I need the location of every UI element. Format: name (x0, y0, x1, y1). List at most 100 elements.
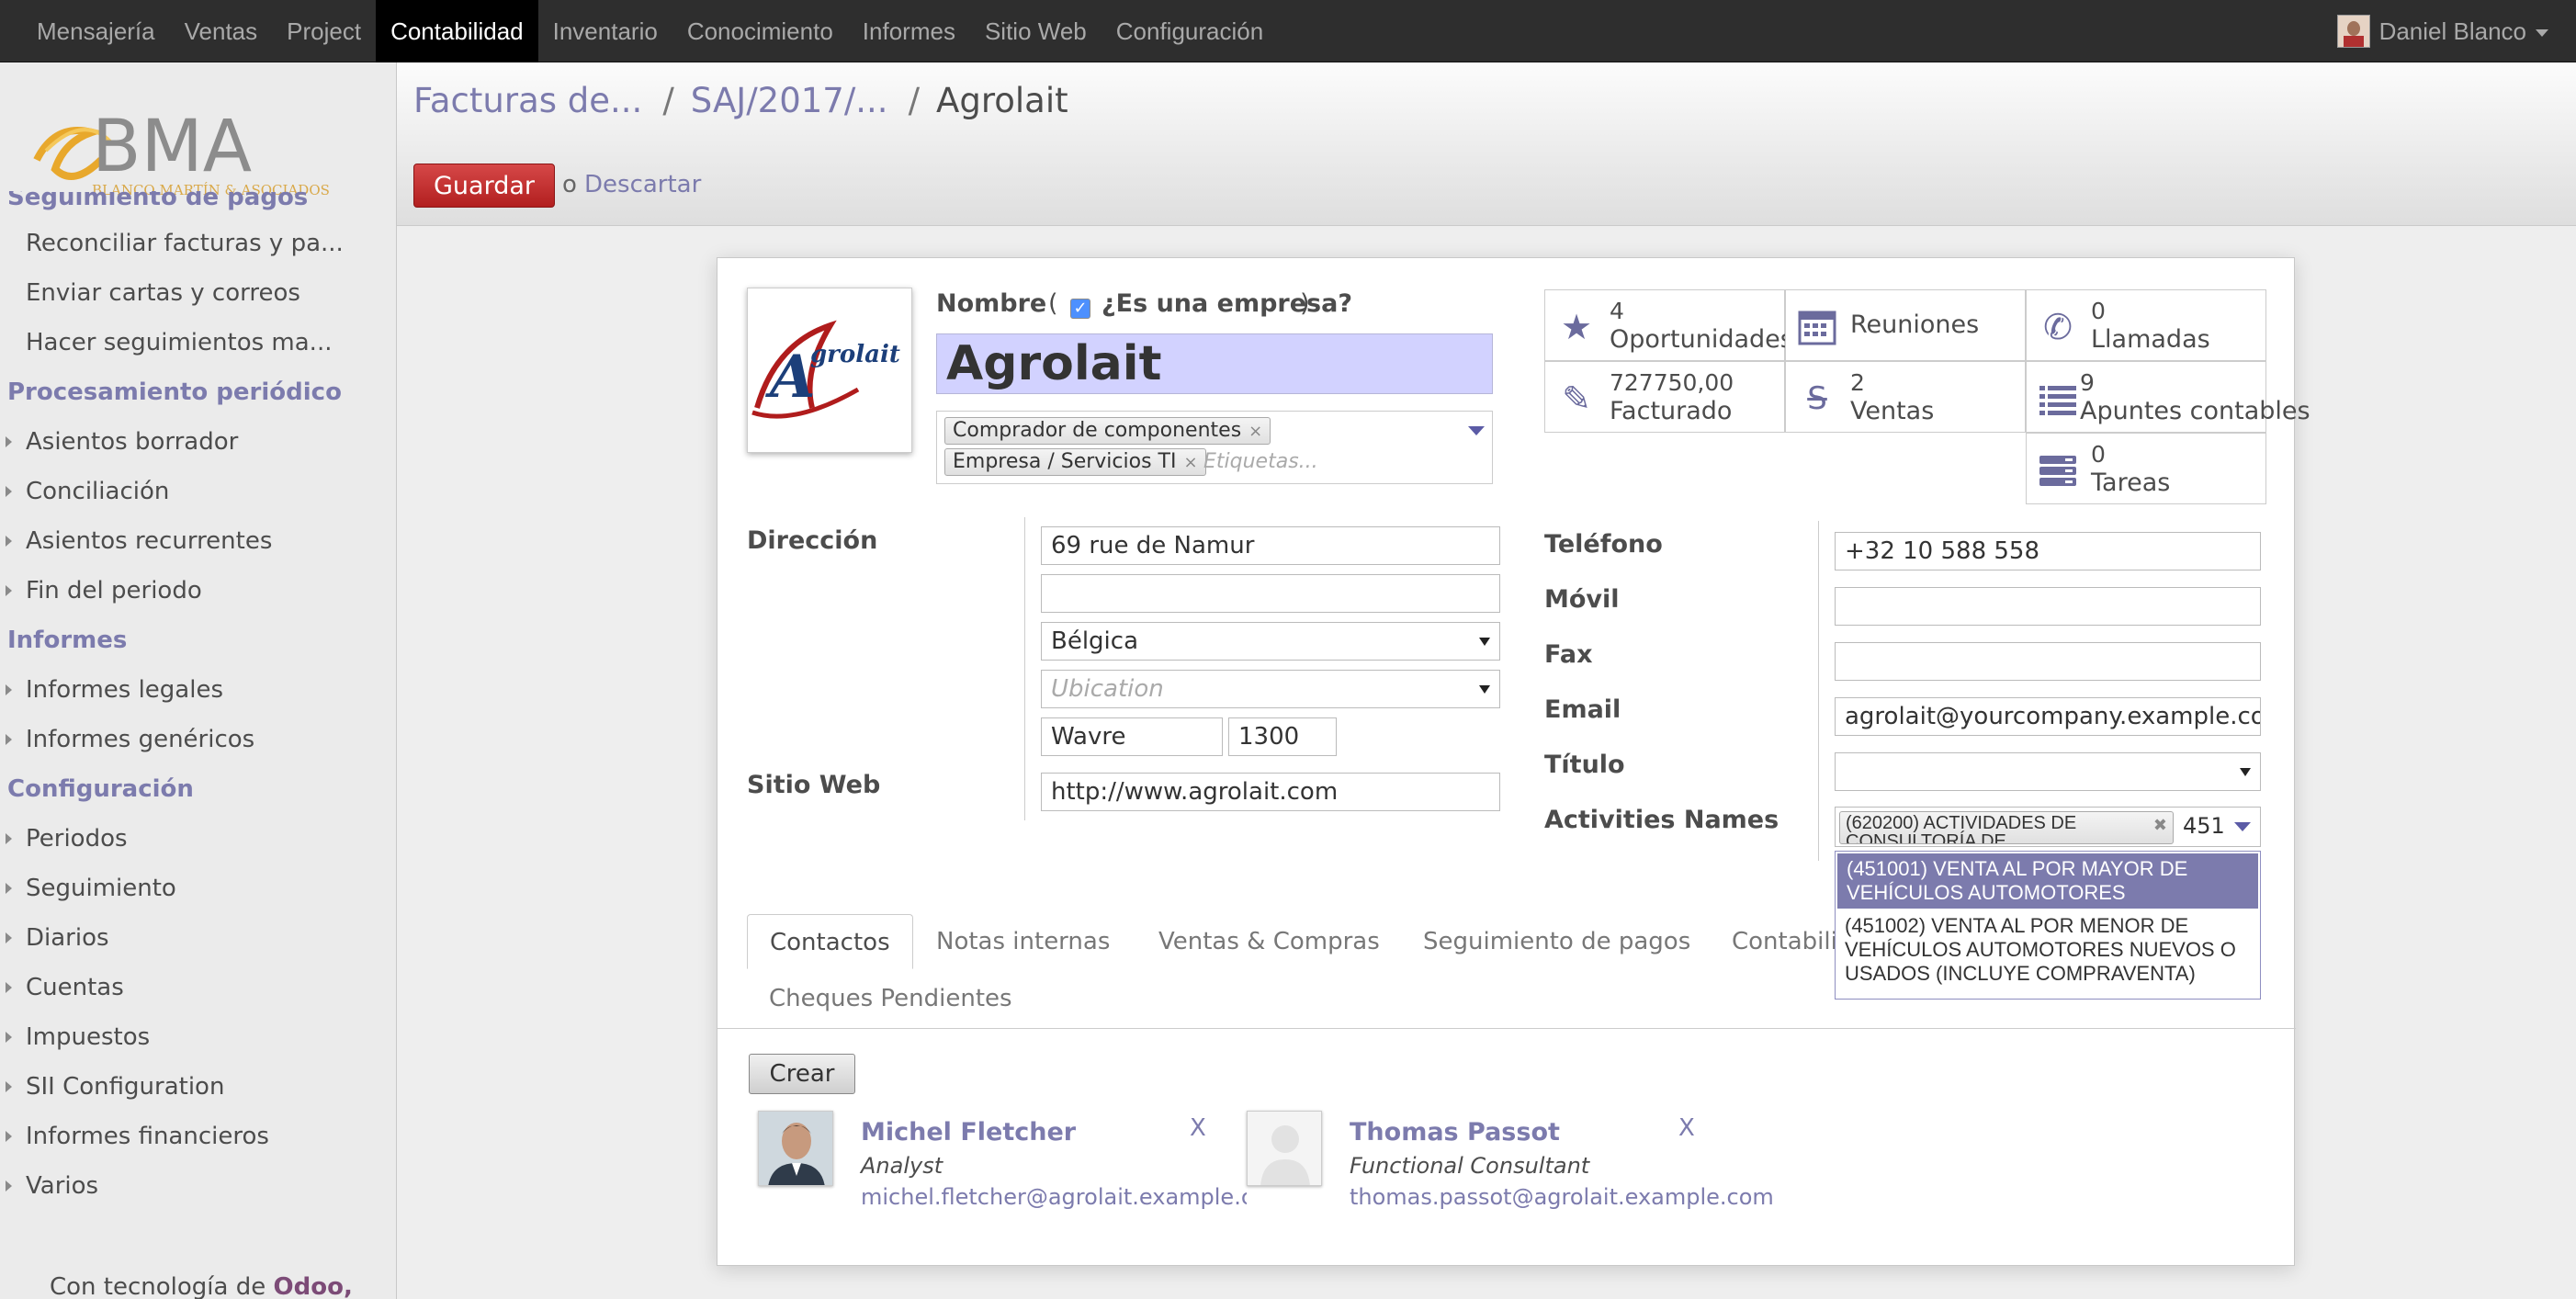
location-select[interactable]: Ubication (1041, 670, 1500, 708)
address-label: Dirección (747, 526, 878, 555)
sidebar-item-varios[interactable]: Varios (0, 1161, 396, 1211)
sidebar-item-fin-periodo[interactable]: Fin del periodo (0, 566, 396, 616)
breadcrumb-invoice[interactable]: SAJ/2017/... (691, 81, 888, 120)
contact-card[interactable]: Thomas Passot Functional Consultant thom… (1247, 1111, 1774, 1239)
stat-llamadas[interactable]: ✆ 0 Llamadas (2026, 289, 2266, 361)
fax-input[interactable] (1835, 642, 2261, 681)
is-company-checkbox[interactable]: ✓ (1070, 299, 1090, 319)
discard-link[interactable]: Descartar (584, 171, 701, 198)
tab-ventas-compras[interactable]: Ventas & Compras (1136, 914, 1402, 969)
remove-tag-icon[interactable]: × (1183, 453, 1197, 472)
activities-field[interactable]: (620200) ACTIVIDADES DE CONSULTORÍA DE ✖… (1835, 807, 2261, 847)
street-input[interactable]: 69 rue de Namur (1041, 526, 1500, 565)
activities-label: Activities Names (1544, 806, 1779, 834)
sidebar-item-impuestos[interactable]: Impuestos (0, 1012, 396, 1062)
sidebar: BMA BLANCO MARTÍN & ASOCIADOS Seguimient… (0, 62, 397, 1299)
contact-card[interactable]: Michel Fletcher Analyst michel.fletcher@… (758, 1111, 1247, 1239)
divider (1024, 517, 1025, 820)
name-input[interactable]: Agrolait (936, 333, 1493, 394)
contact-function: Functional Consultant (1350, 1153, 1590, 1179)
autocomplete-option[interactable]: (451002) VENTA AL POR MENOR DE VEHÍCULOS… (1836, 910, 2260, 989)
sidebar-item-asientos-recurrentes[interactable]: Asientos recurrentes (0, 516, 396, 566)
city-input[interactable]: Wavre (1041, 717, 1223, 756)
breadcrumb-facturas[interactable]: Facturas de... (413, 81, 642, 120)
sidebar-item-conciliacion[interactable]: Conciliación (0, 467, 396, 516)
sidebar-item-informes-legales[interactable]: Informes legales (0, 665, 396, 715)
stat-apuntes-contables[interactable]: 9 Apuntes contables (2026, 361, 2310, 433)
contact-email[interactable]: thomas.passot@agrolait.example.com (1350, 1184, 1774, 1210)
email-input[interactable]: agrolait@yourcompany.example.co (1835, 697, 2261, 736)
tag-item: Empresa / Servicios TI × (944, 448, 1206, 476)
contact-email[interactable]: michel.fletcher@agrolait.example.coi (861, 1184, 1247, 1210)
top-navbar: Mensajería Ventas Project Contabilidad I… (0, 0, 2576, 62)
menu-mensajeria[interactable]: Mensajería (22, 0, 170, 62)
menu-ventas[interactable]: Ventas (170, 0, 273, 62)
tags-field[interactable]: Comprador de componentes × Empresa / Serv… (936, 411, 1493, 484)
activities-search-input[interactable]: 451 (2183, 813, 2225, 839)
stat-label: Reuniones (1850, 311, 1980, 339)
tab-cheques-pendientes[interactable]: Cheques Pendientes (747, 971, 1034, 1026)
partner-image[interactable]: A grolait (747, 288, 912, 453)
street2-input[interactable] (1041, 574, 1500, 613)
tabs-divider (717, 1028, 2296, 1029)
menu-informes[interactable]: Informes (848, 0, 970, 62)
sidebar-item-sii-configuration[interactable]: SII Configuration (0, 1062, 396, 1112)
section-procesamiento: Procesamiento periódico (7, 378, 342, 406)
contact-avatar (1247, 1111, 1322, 1186)
menu-configuracion[interactable]: Configuración (1102, 0, 1278, 62)
sidebar-item-seguimientos[interactable]: Hacer seguimientos ma... (0, 318, 396, 367)
is-company-label: ¿Es una empresa? (1102, 289, 1352, 318)
sidebar-item-seguimiento[interactable]: Seguimiento (0, 864, 396, 913)
tab-contactos[interactable]: Contactos (747, 914, 913, 969)
remove-contact-button[interactable]: X (1678, 1114, 1695, 1142)
remove-tag-icon[interactable]: × (1248, 422, 1262, 441)
sidebar-item-reconciliar[interactable]: Reconciliar facturas y pa... (0, 219, 396, 268)
menu-sitio-web[interactable]: Sitio Web (970, 0, 1102, 62)
name-label: Nombre (936, 289, 1047, 318)
sidebar-item-diarios[interactable]: Diarios (0, 913, 396, 963)
mobile-input[interactable] (1835, 587, 2261, 626)
sidebar-item-cuentas[interactable]: Cuentas (0, 963, 396, 1012)
phone-icon: ✆ (2043, 307, 2073, 347)
menu-contabilidad[interactable]: Contabilidad (376, 0, 538, 62)
contact-name[interactable]: Michel Fletcher (861, 1118, 1076, 1147)
email-label: Email (1544, 695, 1621, 724)
phone-input[interactable]: +32 10 588 558 (1835, 532, 2261, 570)
title-select[interactable] (1835, 752, 2261, 791)
zip-input[interactable]: 1300 (1228, 717, 1337, 756)
website-input[interactable]: http://www.agrolait.com (1041, 773, 1500, 811)
autocomplete-option[interactable]: (451001) VENTA AL POR MAYOR DE VEHÍCULOS… (1837, 853, 2258, 909)
user-name: Daniel Blanco (2378, 17, 2526, 45)
website-label: Sitio Web (747, 771, 881, 799)
menu-conocimiento[interactable]: Conocimiento (672, 0, 848, 62)
dropdown-arrow-icon[interactable] (1468, 426, 1485, 435)
stat-facturado[interactable]: ✎ 727750,00 Facturado (1544, 361, 1785, 433)
remove-tag-icon[interactable]: ✖ (2153, 816, 2167, 834)
stat-reuniones[interactable]: Reuniones (1785, 289, 2026, 361)
sidebar-item-enviar-cartas[interactable]: Enviar cartas y correos (0, 268, 396, 318)
dropdown-arrow-icon[interactable] (2234, 822, 2251, 831)
stat-ventas[interactable]: S 2 Ventas (1785, 361, 2026, 433)
stat-count: 0 (2091, 441, 2106, 468)
tab-seguimiento-pagos[interactable]: Seguimiento de pagos (1401, 914, 1712, 969)
menu-project[interactable]: Project (272, 0, 376, 62)
save-button[interactable]: Guardar (413, 164, 555, 208)
create-button[interactable]: Crear (749, 1054, 855, 1094)
remove-contact-button[interactable]: X (1190, 1114, 1206, 1142)
or-text: o (562, 171, 577, 198)
tags-placeholder[interactable]: Etiquetas... (1203, 450, 1318, 473)
control-panel: Facturas de... / SAJ/2017/... / Agrolait… (397, 62, 2576, 226)
sidebar-item-periodos[interactable]: Periodos (0, 814, 396, 864)
contact-name[interactable]: Thomas Passot (1350, 1118, 1560, 1147)
tab-notas-internas[interactable]: Notas internas (914, 914, 1132, 969)
country-select[interactable]: Bélgica (1041, 622, 1500, 661)
menu-inventario[interactable]: Inventario (538, 0, 672, 62)
odoo-link[interactable]: Odoo, (274, 1273, 353, 1299)
stat-count: 2 (1850, 369, 1865, 396)
stat-oportunidades[interactable]: ★ 4 Oportunidades (1544, 289, 1793, 361)
stat-tareas[interactable]: 0 Tareas (2026, 433, 2266, 504)
user-menu[interactable]: Daniel Blanco (2336, 0, 2548, 62)
sidebar-item-asientos-borrador[interactable]: Asientos borrador (0, 417, 396, 467)
sidebar-item-informes-financieros[interactable]: Informes financieros (0, 1112, 396, 1161)
sidebar-item-informes-genericos[interactable]: Informes genéricos (0, 715, 396, 764)
